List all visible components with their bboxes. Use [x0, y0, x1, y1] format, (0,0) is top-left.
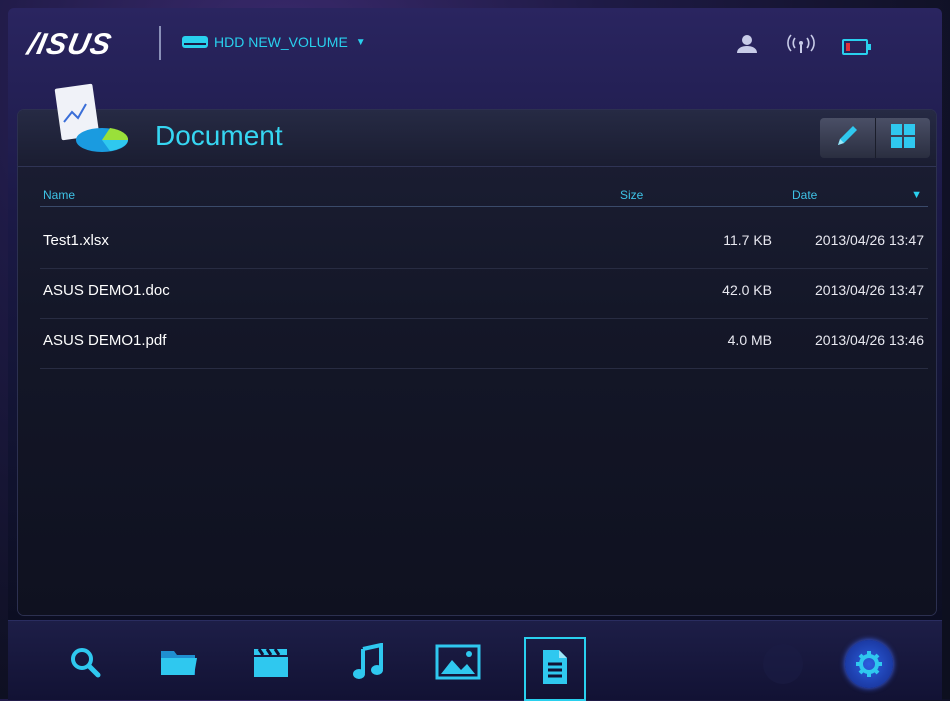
dim-icon [763, 644, 803, 684]
wireless-icon[interactable] [786, 34, 816, 59]
edit-icon [832, 121, 862, 156]
table-row[interactable]: Test1.xlsx 11.7 KB 2013/04/26 13:47 [40, 218, 928, 269]
grid-view-icon [888, 121, 918, 156]
folder-icon [159, 645, 199, 684]
page-title: Document [155, 120, 283, 151]
file-size: 42.0 KB [722, 282, 772, 298]
file-date: 2013/04/26 13:47 [815, 232, 924, 248]
document-icon [539, 648, 571, 691]
file-size: 4.0 MB [727, 332, 772, 348]
volume-selector[interactable]: HDD NEW_VOLUME ▼ [182, 34, 366, 50]
edit-button[interactable] [820, 118, 875, 158]
table-header: Name Size Date ▼ [40, 186, 928, 207]
logo-divider [159, 26, 161, 60]
view-toolbar [820, 118, 930, 158]
file-name: ASUS DEMO1.doc [43, 282, 170, 299]
file-size: 11.7 KB [723, 232, 772, 248]
document-button[interactable] [524, 637, 586, 701]
settings-button[interactable] [844, 639, 894, 689]
disabled-button [758, 639, 808, 689]
search-button[interactable] [60, 639, 110, 689]
music-button[interactable] [343, 639, 393, 689]
column-size[interactable]: Size [620, 188, 643, 202]
video-button[interactable] [246, 639, 296, 689]
folder-button[interactable] [154, 639, 204, 689]
chevron-down-icon: ▼ [355, 36, 366, 48]
file-date: 2013/04/26 13:46 [815, 332, 924, 348]
hard-drive-icon [182, 36, 208, 48]
table-row[interactable]: ASUS DEMO1.pdf 4.0 MB 2013/04/26 13:46 [40, 318, 928, 369]
user-icon[interactable] [734, 34, 760, 59]
photo-button[interactable] [433, 639, 483, 689]
video-icon [251, 645, 291, 684]
file-name: Test1.xlsx [43, 232, 109, 249]
file-name: ASUS DEMO1.pdf [43, 332, 167, 349]
asus-logo: /ISUS [24, 28, 115, 61]
battery-level [846, 42, 850, 51]
top-bar: /ISUS HDD NEW_VOLUME ▼ [0, 0, 950, 90]
photo-icon [435, 644, 481, 685]
file-date: 2013/04/26 13:47 [815, 282, 924, 298]
battery-icon [842, 38, 871, 55]
volume-label: HDD NEW_VOLUME [214, 34, 348, 50]
column-date[interactable]: Date [792, 188, 817, 202]
settings-icon [845, 640, 893, 688]
grid-view-button[interactable] [874, 118, 931, 158]
document-category-icon [50, 82, 150, 162]
column-name[interactable]: Name [43, 188, 75, 202]
status-icons [734, 34, 871, 59]
music-icon [351, 642, 385, 686]
table-row[interactable]: ASUS DEMO1.doc 42.0 KB 2013/04/26 13:47 [40, 268, 928, 319]
bottom-nav [8, 620, 942, 701]
panel-header: Document [18, 83, 936, 167]
search-icon [68, 645, 102, 684]
sort-descending-icon[interactable]: ▼ [911, 189, 922, 201]
